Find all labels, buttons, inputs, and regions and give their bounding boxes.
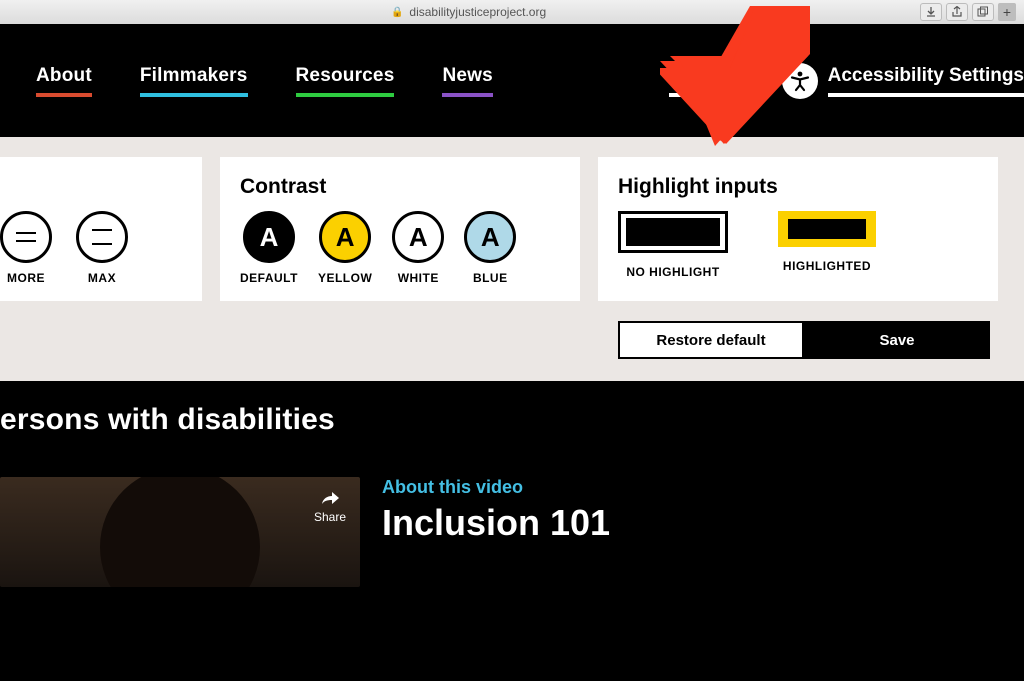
nav-underline (296, 93, 395, 97)
spacing-card: MORE MAX (0, 157, 202, 301)
highlight-option-none[interactable]: NO HIGHLIGHT (618, 211, 728, 279)
highlight-inputs-card: Highlight inputs NO HIGHLIGHT HIGHLIGHTE… (598, 157, 998, 301)
nav-resources[interactable]: Resources (296, 65, 395, 97)
nav-news[interactable]: News (442, 65, 492, 97)
main-nav: About Filmmakers Resources News Search A… (0, 24, 1024, 137)
nav-about[interactable]: About (36, 65, 92, 97)
save-button[interactable]: Save (804, 321, 990, 359)
nav-underline (442, 93, 492, 97)
spacing-option-max[interactable]: MAX (76, 211, 128, 285)
lower-section: ersons with disabilities Share About thi… (0, 381, 1024, 681)
section-heading: ersons with disabilities (0, 403, 1024, 437)
contrast-swatch-yellow: A (319, 211, 371, 263)
highlight-swatch-highlighted (778, 211, 876, 247)
url-text: disabilityjusticeproject.org (409, 5, 546, 19)
share-button[interactable] (946, 3, 968, 21)
video-meta: About this video Inclusion 101 (382, 477, 610, 544)
tabs-icon (977, 6, 989, 18)
tabs-button[interactable] (972, 3, 994, 21)
lock-icon: 🔒 (391, 7, 403, 18)
accessibility-panel: MORE MAX Contrast A DEFAULT A YELLOW A W… (0, 137, 1024, 321)
highlight-label: HIGHLIGHTED (783, 259, 871, 273)
contrast-label: WHITE (398, 271, 439, 285)
contrast-option-default[interactable]: A DEFAULT (240, 211, 298, 285)
video-silhouette (100, 477, 260, 587)
reload-icon[interactable]: ⟳ (789, 4, 800, 20)
spacing-label: MORE (7, 271, 45, 285)
contrast-swatch-blue: A (464, 211, 516, 263)
video-title: Inclusion 101 (382, 502, 610, 544)
share-icon (320, 491, 340, 507)
contrast-label: YELLOW (318, 271, 372, 285)
contrast-option-white[interactable]: A WHITE (392, 211, 444, 285)
about-this-video-label: About this video (382, 477, 610, 498)
video-thumbnail[interactable]: Share (0, 477, 360, 587)
nav-underline (669, 93, 734, 97)
share-overlay[interactable]: Share (314, 491, 346, 524)
browser-chrome: 🔒 disabilityjusticeproject.org ⟳ + (0, 0, 1024, 24)
contrast-card: Contrast A DEFAULT A YELLOW A WHITE A BL… (220, 157, 580, 301)
share-icon (951, 6, 963, 18)
highlight-swatch-none (618, 211, 728, 253)
nav-about-label: About (36, 65, 92, 93)
nav-search[interactable]: Search (669, 65, 734, 97)
browser-right-buttons: + (920, 3, 1016, 21)
highlight-heading: Highlight inputs (618, 175, 978, 199)
accessibility-label: Accessibility Settings (828, 65, 1024, 93)
contrast-option-yellow[interactable]: A YELLOW (318, 211, 372, 285)
spacing-icon-more (0, 211, 52, 263)
address-bar[interactable]: 🔒 disabilityjusticeproject.org (391, 5, 546, 19)
highlight-option-highlighted[interactable]: HIGHLIGHTED (778, 211, 876, 279)
spacing-label: MAX (88, 271, 116, 285)
nav-filmmakers[interactable]: Filmmakers (140, 65, 248, 97)
nav-underline (36, 93, 92, 97)
contrast-label: DEFAULT (240, 271, 298, 285)
spacing-option-more[interactable]: MORE (0, 211, 52, 285)
contrast-swatch-default: A (243, 211, 295, 263)
highlight-label: NO HIGHLIGHT (626, 265, 719, 279)
new-tab-button[interactable]: + (998, 3, 1016, 21)
nav-resources-label: Resources (296, 65, 395, 93)
nav-search-label: Search (669, 65, 734, 93)
contrast-heading: Contrast (240, 175, 560, 199)
contrast-option-blue[interactable]: A BLUE (464, 211, 516, 285)
nav-news-label: News (442, 65, 492, 93)
spacing-icon-max (76, 211, 128, 263)
restore-default-button[interactable]: Restore default (618, 321, 804, 359)
contrast-swatch-white: A (392, 211, 444, 263)
download-icon (925, 6, 937, 18)
share-label: Share (314, 510, 346, 524)
accessibility-icon (782, 63, 818, 99)
nav-filmmakers-label: Filmmakers (140, 65, 248, 93)
nav-underline (140, 93, 248, 97)
contrast-label: BLUE (473, 271, 508, 285)
download-button[interactable] (920, 3, 942, 21)
nav-underline (828, 93, 1024, 97)
accessibility-settings-button[interactable]: Accessibility Settings (782, 63, 1024, 99)
